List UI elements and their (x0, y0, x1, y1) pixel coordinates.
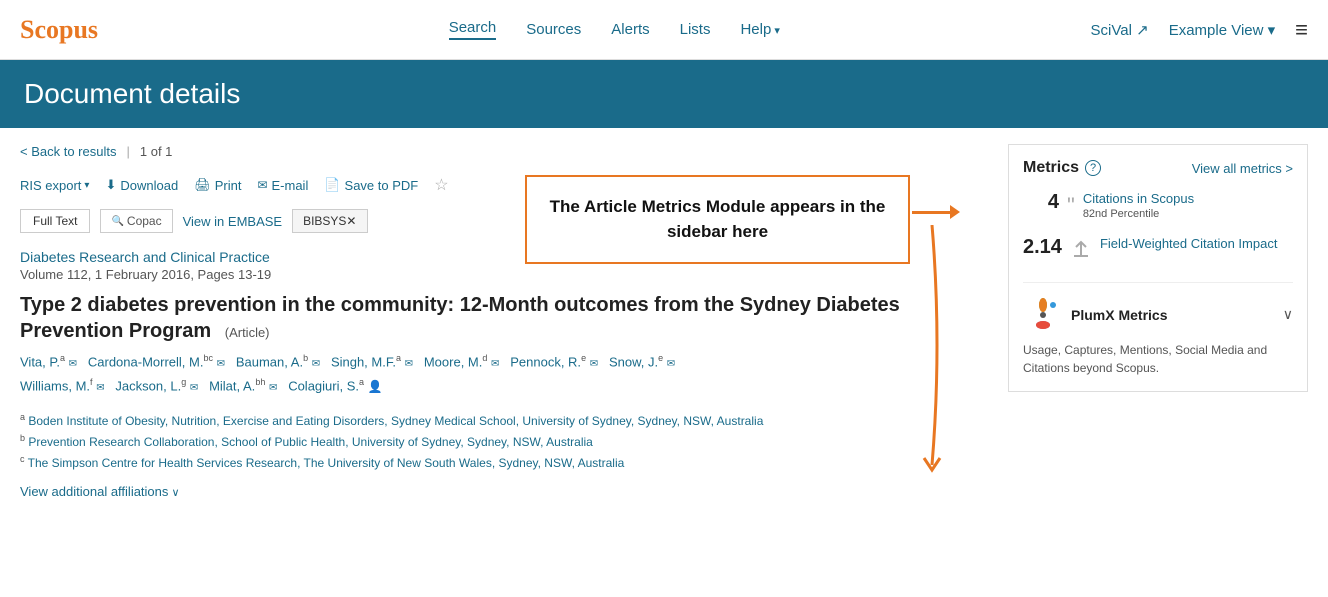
author-jackson[interactable]: Jackson, L. (115, 378, 181, 393)
plumx-icon (1023, 295, 1063, 335)
separator: | (126, 144, 129, 159)
author-moore-mail[interactable]: ✉ (491, 358, 499, 369)
bibsys-button[interactable]: BIBSYS✕ (292, 209, 367, 233)
back-to-results[interactable]: Back to results (20, 144, 116, 159)
ris-export-button[interactable]: RIS export ▾ (20, 178, 89, 193)
download-icon: ⬇ (105, 177, 116, 193)
author-pennock[interactable]: Pennock, R. (510, 354, 581, 369)
email-button[interactable]: ✉ E-mail (257, 178, 308, 193)
fwci-row: 2.14 Field-Weighted Citation Impact (1023, 236, 1293, 266)
metrics-title: Metrics (1023, 159, 1079, 177)
pdf-icon: 📄 (324, 177, 340, 193)
view-all-metrics-link[interactable]: View all metrics > (1192, 161, 1293, 176)
author-bauman-mail[interactable]: ✉ (312, 358, 320, 369)
full-text-button[interactable]: Full Text (20, 209, 90, 233)
author-williams-mail[interactable]: ✉ (96, 382, 104, 393)
author-vita-mail[interactable]: ✉ (69, 358, 77, 369)
plumx-section: PlumX Metrics ∨ Usage, Captures, Mention… (1023, 282, 1293, 377)
citations-percentile: 82nd Percentile (1083, 208, 1194, 220)
copac-logo-icon: 🔍 (111, 216, 123, 227)
author-moore[interactable]: Moore, M. (424, 354, 483, 369)
page-banner: Document details (0, 60, 1328, 128)
author-milat[interactable]: Milat, A. (209, 378, 255, 393)
copac-button[interactable]: 🔍 Copac (100, 209, 172, 233)
affil-simpson[interactable]: The Simpson Centre for Health Services R… (28, 456, 625, 470)
author-pennock-mail[interactable]: ✉ (590, 358, 598, 369)
volume-info: Volume 112, 1 February 2016, Pages 13-19 (20, 267, 988, 282)
nav-example-view[interactable]: Example View ▾ (1169, 21, 1275, 39)
affil-prevention[interactable]: Prevention Research Collaboration, Schoo… (28, 435, 593, 449)
page-count: 1 of 1 (140, 144, 173, 159)
ris-chevron-icon: ▾ (84, 180, 89, 191)
metrics-help-icon[interactable]: ? (1085, 160, 1101, 176)
nav-lists[interactable]: Lists (680, 21, 711, 38)
author-colagiuri-person[interactable]: 👤 (368, 379, 383, 393)
author-singh-mail[interactable]: ✉ (405, 358, 413, 369)
citations-count: 4 (1023, 191, 1059, 214)
author-singh[interactable]: Singh, M.F. (331, 354, 396, 369)
print-icon: 🖨 (194, 177, 211, 193)
page-title: Document details (24, 78, 1304, 110)
author-milat-mail[interactable]: ✉ (269, 382, 277, 393)
author-snow-mail[interactable]: ✉ (667, 358, 675, 369)
author-bauman[interactable]: Bauman, A. (236, 354, 303, 369)
nav-sources[interactable]: Sources (526, 21, 581, 38)
article-type: (Article) (225, 325, 270, 340)
sidebar: Metrics ? View all metrics > 4 " Citatio… (1008, 144, 1308, 499)
plumx-label: PlumX Metrics (1071, 307, 1167, 323)
view-in-embase-button[interactable]: View in EMBASE (183, 214, 282, 229)
email-icon: ✉ (257, 178, 267, 192)
view-additional-affiliations[interactable]: View additional affiliations (20, 484, 180, 499)
save-to-pdf-button[interactable]: 📄 Save to PDF (324, 177, 418, 193)
metrics-panel: Metrics ? View all metrics > 4 " Citatio… (1008, 144, 1308, 392)
article-title: Type 2 diabetes prevention in the commun… (20, 292, 988, 344)
bookmark-icon[interactable]: ☆ (434, 175, 448, 195)
quote-icon: " (1067, 193, 1075, 219)
authors-section: Vita, P.a ✉ Cardona-Morrell, M.bc ✉ Baum… (20, 350, 988, 398)
plumx-description: Usage, Captures, Mentions, Social Media … (1023, 341, 1293, 377)
author-snow[interactable]: Snow, J. (609, 354, 658, 369)
nav-search[interactable]: Search (449, 19, 497, 40)
author-cardona-mail[interactable]: ✉ (217, 358, 225, 369)
author-williams[interactable]: Williams, M. (20, 378, 90, 393)
citations-row: 4 " Citations in Scopus 82nd Percentile (1023, 191, 1293, 220)
hamburger-menu[interactable]: ≡ (1295, 17, 1308, 43)
nav-alerts[interactable]: Alerts (611, 21, 649, 38)
download-button[interactable]: ⬇ Download (105, 177, 178, 193)
nav-help[interactable]: Help (740, 21, 779, 38)
citations-label[interactable]: Citations in Scopus (1083, 191, 1194, 208)
print-button[interactable]: 🖨 Print (194, 177, 241, 193)
logo[interactable]: Scopus (20, 15, 98, 45)
affiliations-section: a Boden Institute of Obesity, Nutrition,… (20, 410, 988, 474)
affil-boden[interactable]: Boden Institute of Obesity, Nutrition, E… (28, 414, 763, 428)
author-cardona[interactable]: Cardona-Morrell, M. (88, 354, 204, 369)
author-vita[interactable]: Vita, P. (20, 354, 60, 369)
journal-name[interactable]: Diabetes Research and Clinical Practice (20, 249, 988, 265)
author-colagiuri[interactable]: Colagiuri, S. (288, 378, 359, 393)
author-jackson-mail[interactable]: ✉ (190, 382, 198, 393)
fwci-arrow-icon (1070, 238, 1092, 266)
fwci-label[interactable]: Field-Weighted Citation Impact (1100, 236, 1278, 253)
plumx-collapse-icon[interactable]: ∨ (1283, 306, 1293, 323)
fwci-value: 2.14 (1023, 236, 1062, 259)
nav-scival[interactable]: SciVal ↗ (1091, 21, 1149, 39)
